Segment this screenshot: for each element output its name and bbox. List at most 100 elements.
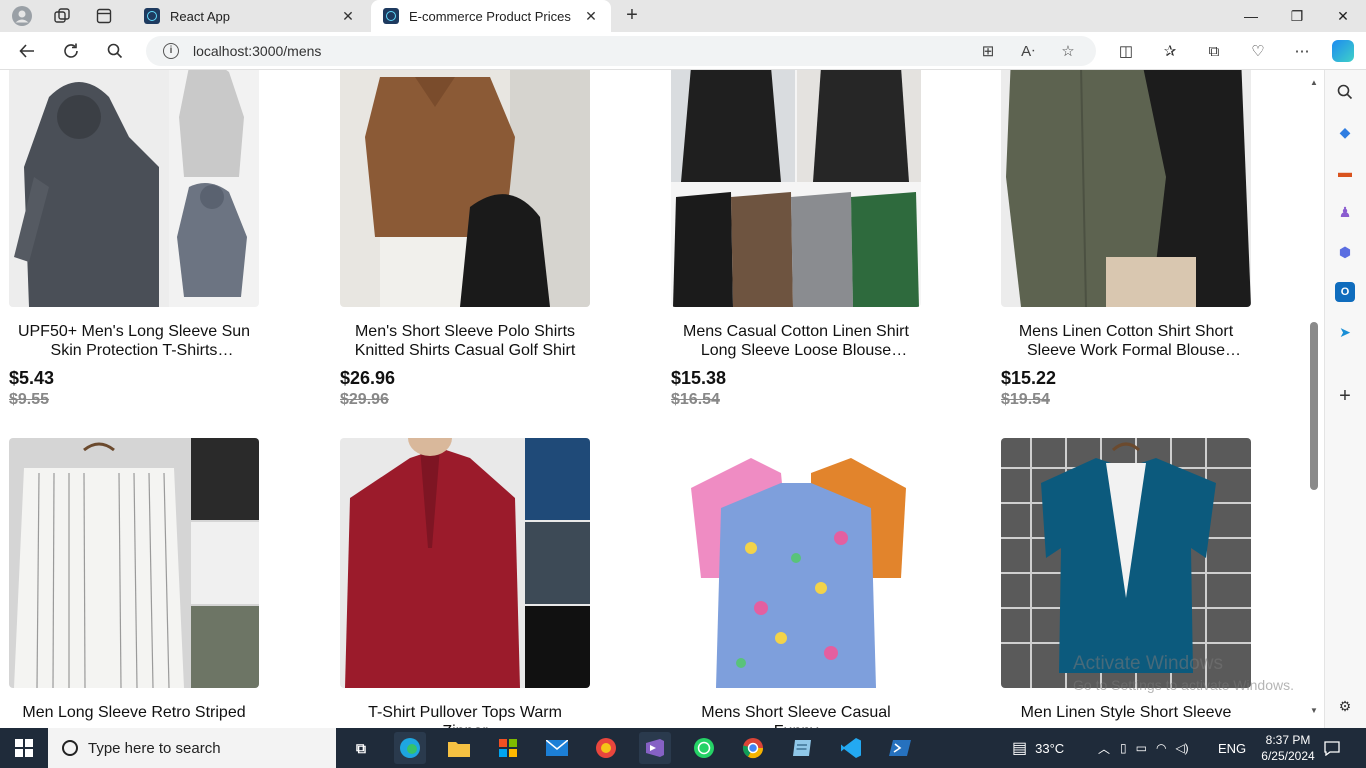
url-field[interactable]: i localhost:3000/mens ⊞ Aᐧ ☆ (146, 36, 1096, 66)
new-tab-button[interactable]: + (620, 4, 644, 28)
product-name[interactable]: Men's Short Sleeve Polo Shirts Knitted S… (340, 322, 590, 360)
scroll-down-arrow-icon[interactable]: ▼ (1309, 706, 1319, 715)
tab-ecommerce[interactable]: E-commerce Product Prices ✕ (371, 0, 611, 32)
device-icon[interactable]: ▯ (1120, 741, 1127, 755)
profile-icon[interactable] (11, 5, 33, 27)
product-image[interactable] (340, 438, 590, 688)
sidebar-search-icon[interactable] (1335, 82, 1355, 102)
favorite-star-icon[interactable]: ☆ (1056, 39, 1080, 63)
whatsapp-icon[interactable] (688, 732, 720, 764)
file-explorer-icon[interactable] (443, 732, 475, 764)
product-name[interactable]: Mens Short Sleeve Casual Funny (671, 703, 921, 728)
collections-icon[interactable]: ⧉ (1202, 39, 1226, 63)
microsoft365-icon[interactable]: ⬢ (1335, 242, 1355, 262)
product-card[interactable]: Men's Short Sleeve Polo Shirts Knitted S… (340, 70, 590, 409)
product-name[interactable]: Mens Linen Cotton Shirt Short Sleeve Wor… (1001, 322, 1251, 360)
product-price: $26.96 (340, 368, 396, 388)
product-old-price: $29.96 (340, 391, 389, 408)
minimize-button[interactable]: — (1228, 0, 1274, 32)
scroll-up-arrow-icon[interactable]: ▲ (1309, 78, 1319, 87)
favorites-icon[interactable]: ✰ (1158, 39, 1182, 63)
close-window-button[interactable]: ✕ (1320, 0, 1366, 32)
settings-gear-icon[interactable]: ⚙ (1335, 696, 1355, 716)
product-name[interactable]: Mens Casual Cotton Linen Shirt Long Slee… (671, 322, 921, 360)
product-image[interactable] (671, 438, 921, 688)
workspaces-icon[interactable] (51, 5, 73, 27)
back-button[interactable] (14, 39, 40, 63)
language-indicator[interactable]: ENG (1218, 728, 1246, 768)
battery-icon[interactable]: ▭ (1136, 741, 1147, 755)
clock-time: 8:37 PM (1265, 733, 1311, 747)
notepad-app-icon[interactable] (786, 732, 818, 764)
product-name[interactable]: Men Linen Style Short Sleeve (1001, 703, 1251, 728)
weather-widget[interactable]: ▤ 33°C (1012, 728, 1064, 768)
search-icon (62, 740, 78, 756)
add-sidebar-app-icon[interactable]: + (1335, 385, 1355, 407)
weather-icon: ▤ (1012, 740, 1028, 757)
url-text: localhost:3000/mens (193, 43, 322, 59)
tab-title: React App (170, 8, 230, 24)
taskbar-search-placeholder: Type here to search (88, 739, 221, 757)
read-aloud-icon[interactable]: Aᐧ (1016, 39, 1040, 63)
product-old-price: $16.54 (671, 391, 720, 408)
edge-taskbar-icon[interactable] (394, 732, 426, 764)
page-scrollbar[interactable]: ▲ ▼ (1306, 70, 1322, 728)
tab-react-app[interactable]: React App ✕ (132, 0, 368, 32)
restore-button[interactable]: ❐ (1274, 0, 1320, 32)
mail-icon[interactable] (541, 732, 573, 764)
product-card[interactable]: Mens Short Sleeve Casual Funny (671, 438, 921, 728)
start-button[interactable] (0, 728, 48, 768)
windows-taskbar: Type here to search ⧉ ▤ 33°C ︿ ▯ ▭ ◠ ◁) … (0, 728, 1366, 768)
close-tab-icon[interactable]: ✕ (340, 8, 356, 25)
visual-studio-icon[interactable] (639, 732, 671, 764)
product-name[interactable]: T-Shirt Pullover Tops Warm Zipper (340, 703, 590, 728)
clock[interactable]: 8:37 PM 6/25/2024 (1258, 728, 1318, 768)
games-icon[interactable]: ♟ (1335, 202, 1355, 222)
refresh-button[interactable] (58, 39, 84, 63)
close-tab-icon[interactable]: ✕ (583, 8, 599, 25)
tools-icon[interactable]: ▬ (1335, 162, 1355, 182)
scrollbar-thumb[interactable] (1310, 322, 1318, 490)
product-card[interactable]: Mens Casual Cotton Linen Shirt Long Slee… (671, 70, 921, 409)
vscode-icon[interactable] (835, 732, 867, 764)
product-image[interactable] (9, 70, 259, 307)
notifications-icon[interactable] (1324, 728, 1344, 768)
system-tray-icons[interactable]: ︿ ▯ ▭ ◠ ◁) (1098, 728, 1189, 768)
powershell-icon[interactable] (884, 732, 916, 764)
product-image[interactable] (9, 438, 259, 688)
copilot-icon[interactable] (1332, 40, 1354, 62)
product-name[interactable]: UPF50+ Men's Long Sleeve Sun Skin Protec… (9, 322, 259, 360)
product-image[interactable] (340, 70, 590, 307)
taskbar-search-box[interactable]: Type here to search (48, 728, 336, 768)
tab-bar: React App ✕ E-commerce Product Prices ✕ … (0, 0, 1366, 32)
watermark-title: Activate Windows (1073, 653, 1223, 674)
volume-icon[interactable]: ◁) (1175, 741, 1188, 755)
outlook-icon[interactable]: O (1335, 282, 1355, 302)
task-view-icon[interactable]: ⧉ (345, 732, 377, 764)
product-image[interactable] (1001, 70, 1251, 307)
app-available-icon[interactable]: ⊞ (976, 39, 1000, 63)
react-favicon-icon (144, 8, 160, 24)
tab-actions-icon[interactable] (93, 5, 115, 27)
product-card[interactable]: Men Long Sleeve Retro Striped (9, 438, 259, 728)
store-icon[interactable] (492, 732, 524, 764)
wifi-icon[interactable]: ◠ (1156, 741, 1166, 755)
product-card[interactable]: UPF50+ Men's Long Sleeve Sun Skin Protec… (9, 70, 259, 409)
product-name[interactable]: Men Long Sleeve Retro Striped (9, 703, 259, 728)
product-image[interactable] (1001, 438, 1251, 688)
security-app-icon[interactable] (590, 732, 622, 764)
search-icon[interactable] (102, 39, 128, 63)
product-price: $15.38 (671, 368, 727, 388)
product-image[interactable] (671, 70, 921, 307)
site-info-icon[interactable]: i (163, 43, 179, 59)
product-card[interactable]: T-Shirt Pullover Tops Warm Zipper (340, 438, 590, 728)
send-icon[interactable]: ➤ (1335, 322, 1355, 342)
browser-essentials-icon[interactable]: ♡ (1246, 39, 1270, 63)
react-favicon-icon (383, 8, 399, 24)
product-card[interactable]: Mens Linen Cotton Shirt Short Sleeve Wor… (1001, 70, 1251, 409)
split-screen-icon[interactable]: ◫ (1114, 39, 1138, 63)
shopping-tag-icon[interactable]: ◆ (1335, 122, 1355, 142)
chrome-icon[interactable] (737, 732, 769, 764)
chevron-up-icon[interactable]: ︿ (1098, 740, 1110, 757)
more-menu-icon[interactable]: ⋯ (1290, 39, 1314, 63)
